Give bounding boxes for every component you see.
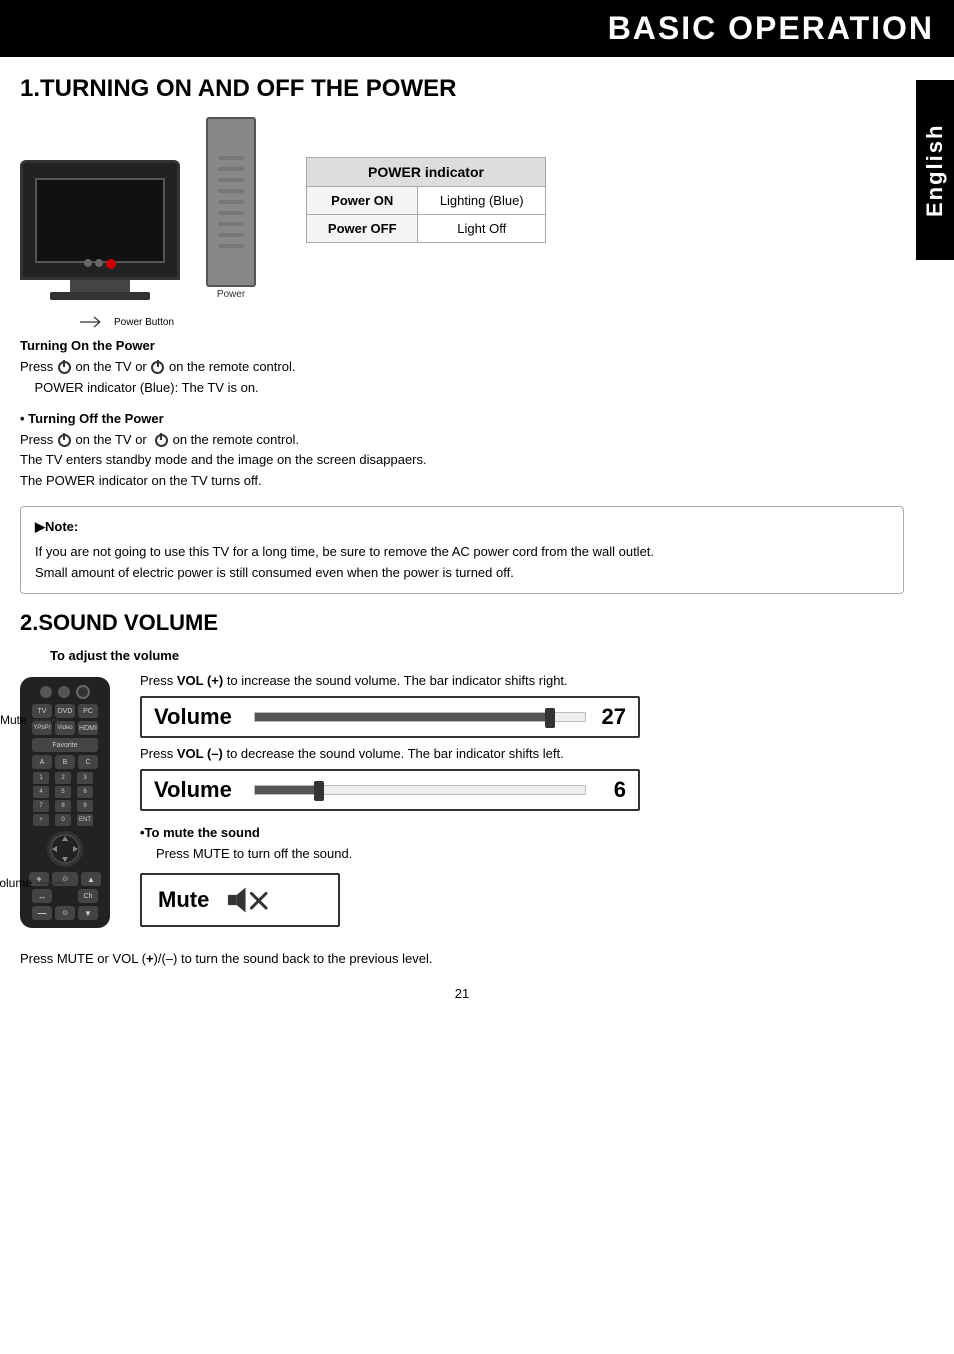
power-indicator-table: POWER indicator Power ON Lighting (Blue)… xyxy=(306,157,546,243)
power-on-label: Power ON xyxy=(307,187,418,215)
volume-remote-label: Volume xyxy=(0,876,66,890)
power-indicator-title: POWER indicator xyxy=(307,158,546,187)
mute-label: Mute xyxy=(158,887,209,913)
turning-off-text2: The TV enters standby mode and the image… xyxy=(20,450,904,471)
volume-controls-area: Press VOL (+) to increase the sound volu… xyxy=(140,667,904,935)
volume-label-high: Volume xyxy=(154,704,244,730)
page-number: 21 xyxy=(20,986,904,1001)
vol-high-description: Press VOL (+) to increase the sound volu… xyxy=(140,673,904,688)
power-on-value: Lighting (Blue) xyxy=(418,187,546,215)
note-line1: If you are not going to use this TV for … xyxy=(35,542,889,563)
power-button-label: Power Button xyxy=(114,317,174,328)
volume-thumb-low xyxy=(314,781,324,801)
turning-on-text1: Press on the TV or on the remote control… xyxy=(20,357,904,378)
power-label: Power xyxy=(217,289,245,300)
volume-track-high xyxy=(254,712,586,722)
note-heading: ▶Note: xyxy=(35,517,889,538)
volume-label-low: Volume xyxy=(154,777,244,803)
turning-on-text2: POWER indicator (Blue): The TV is on. xyxy=(20,378,904,399)
note-box: ▶Note: If you are not going to use this … xyxy=(20,506,904,594)
volume-bar-low: Volume 6 xyxy=(140,769,640,811)
mute-heading: •To mute the sound xyxy=(140,825,904,840)
volume-fill-high xyxy=(255,713,545,721)
power-off-label: Power OFF xyxy=(307,215,418,243)
volume-number-high: 27 xyxy=(596,704,626,730)
tv-front-image xyxy=(20,160,180,280)
adjust-volume-heading: To adjust the volume xyxy=(50,648,904,663)
bottom-note: Press MUTE or VOL (+)/(–) to turn the so… xyxy=(20,951,904,966)
tv-illustration: Power Button Power xyxy=(20,117,256,300)
power-off-value: Light Off xyxy=(418,215,546,243)
tv-side-image xyxy=(206,117,256,287)
nav-circle xyxy=(49,833,81,865)
note-line2: Small amount of electric power is still … xyxy=(35,563,889,584)
volume-track-low xyxy=(254,785,586,795)
section1-heading: 1.TURNING ON AND OFF THE POWER xyxy=(20,75,904,103)
mute-instruction: Press MUTE to turn off the sound. xyxy=(156,844,904,865)
volume-bar-high: Volume 27 xyxy=(140,696,640,738)
language-tab: English xyxy=(916,80,954,260)
turning-off-heading: • Turning Off the Power xyxy=(20,411,904,426)
power-button-arrow xyxy=(80,312,110,332)
volume-fill-low xyxy=(255,786,314,794)
turning-on-heading: Turning On the Power xyxy=(20,338,904,353)
volume-thumb-high xyxy=(545,708,555,728)
remote-illustration: Mute Volume TV DVD PC xyxy=(20,677,110,928)
mute-icon xyxy=(225,883,269,917)
page-title: BASIC OPERATION xyxy=(0,0,954,57)
mute-remote-label: Mute xyxy=(0,713,61,727)
section2-heading: 2.SOUND VOLUME xyxy=(20,610,904,636)
mute-box: Mute xyxy=(140,873,340,927)
volume-number-low: 6 xyxy=(596,777,626,803)
turning-off-text1: Press on the TV or on the remote control… xyxy=(20,430,904,451)
turning-off-text3: The POWER indicator on the TV turns off. xyxy=(20,471,904,492)
vol-low-description: Press VOL (–) to decrease the sound volu… xyxy=(140,746,904,761)
